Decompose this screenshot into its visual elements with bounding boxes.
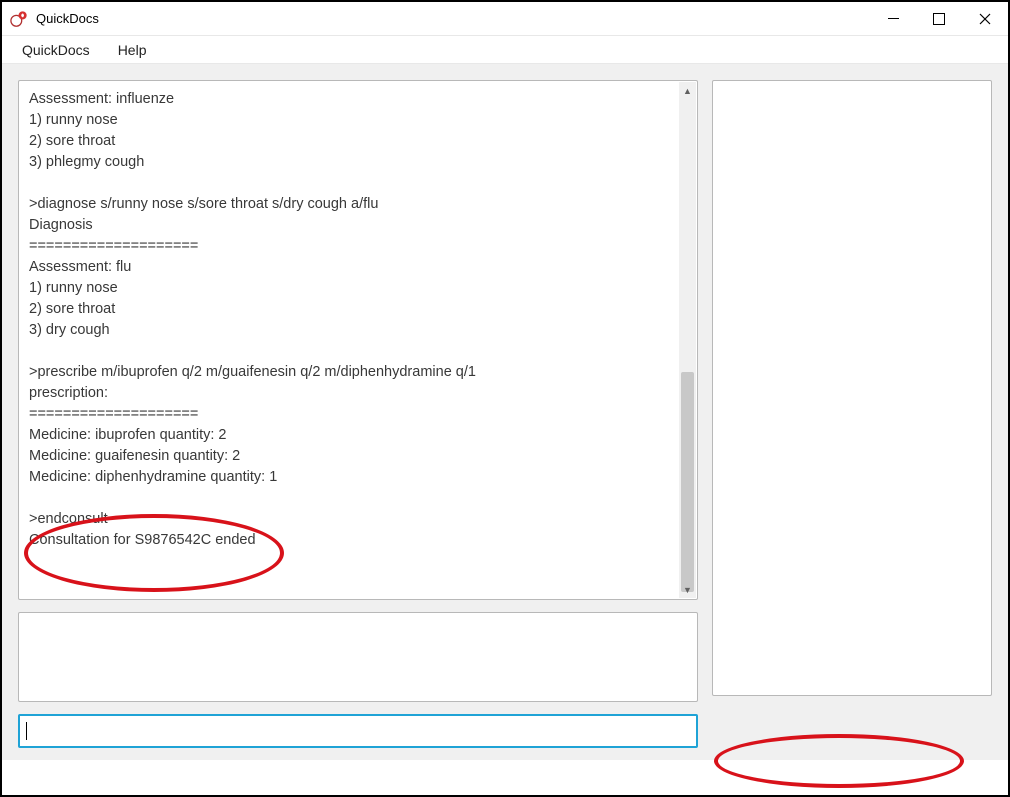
window-controls: [870, 2, 1008, 35]
scroll-down-icon[interactable]: ▼: [679, 581, 696, 598]
titlebar: QuickDocs: [2, 2, 1008, 36]
caret-icon: [26, 722, 27, 740]
app-title: QuickDocs: [36, 11, 99, 26]
log-text[interactable]: Assessment: influenze 1) runny nose 2) s…: [19, 81, 679, 599]
side-panel: [712, 80, 992, 696]
menubar: QuickDocs Help: [2, 36, 1008, 64]
log-panel: Assessment: influenze 1) runny nose 2) s…: [18, 80, 698, 600]
maximize-button[interactable]: [916, 2, 962, 35]
app-icon: [10, 10, 28, 28]
close-button[interactable]: [962, 2, 1008, 35]
client-area: Assessment: influenze 1) runny nose 2) s…: [2, 64, 1008, 760]
command-input[interactable]: [18, 714, 698, 748]
scroll-thumb[interactable]: [681, 372, 694, 592]
result-panel: [18, 612, 698, 702]
menu-help[interactable]: Help: [114, 40, 151, 60]
side-bottom-spacer: [712, 708, 992, 748]
menu-quickdocs[interactable]: QuickDocs: [18, 40, 94, 60]
log-scrollbar[interactable]: ▲ ▼: [679, 82, 696, 598]
scroll-up-icon[interactable]: ▲: [679, 82, 696, 99]
minimize-button[interactable]: [870, 2, 916, 35]
